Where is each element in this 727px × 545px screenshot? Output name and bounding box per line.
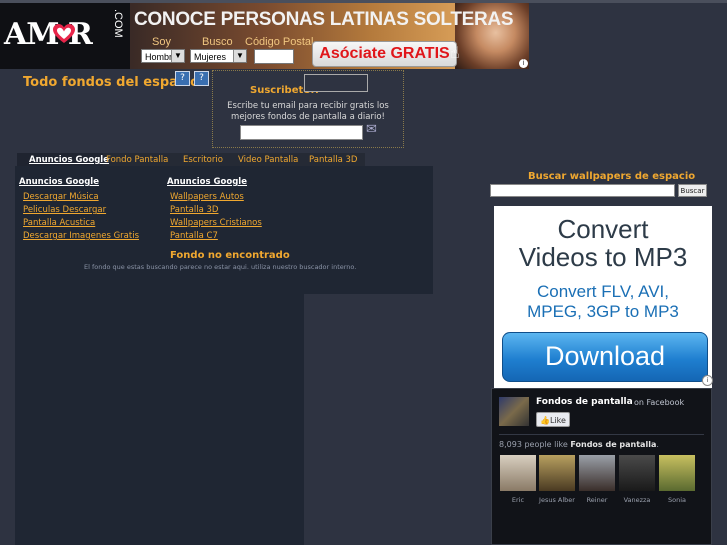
busco-select-value: Mujeres — [194, 52, 227, 62]
tab-escritorio[interactable]: Escritorio — [183, 155, 223, 165]
facebook-like-button[interactable]: 👍Like — [536, 412, 570, 427]
not-found-title: Fondo no encontrado — [170, 250, 290, 261]
ad-subline-2: MPEG, 3GP to MP3 — [527, 302, 679, 321]
ad-headline-1: Convert — [557, 214, 649, 244]
fan-avatar[interactable] — [539, 455, 575, 491]
ad-headline-2: Videos to MP3 — [518, 242, 688, 272]
tab-pantalla-3d[interactable]: Pantalla 3D — [309, 155, 357, 165]
ad-subline-1: Convert FLV, AVI, — [537, 282, 669, 301]
subscribe-description: Escribe tu email para recibir gratis los… — [227, 101, 389, 122]
facebook-like-count: 8,093 people like Fondos de pantalla. — [499, 440, 659, 449]
amor-logo: AM R — [4, 17, 93, 52]
fan-avatar[interactable] — [500, 455, 536, 491]
fan-avatar[interactable] — [579, 455, 615, 491]
thumbs-up-icon: 👍 — [540, 416, 550, 425]
join-free-button[interactable]: Asóciate GRATIS — [312, 41, 457, 67]
tab-anuncios-google[interactable]: Anuncios Google — [29, 155, 109, 165]
ad-link[interactable]: Peliculas Descargar — [23, 205, 106, 215]
ad-link[interactable]: Pantalla Acustica — [23, 218, 95, 228]
heart-icon — [53, 24, 75, 43]
facebook-page-thumbnail[interactable] — [499, 397, 529, 426]
like-label: Like — [550, 416, 566, 425]
fan-avatar[interactable] — [619, 455, 655, 491]
chevron-down-icon: ▼ — [233, 50, 246, 62]
facebook-on-label: on Facebook — [634, 398, 685, 407]
convert-ad[interactable]: Convert Videos to MP3 Convert FLV, AVI, … — [494, 206, 712, 388]
help-button-1[interactable]: ? — [175, 71, 190, 86]
content-panel-lower — [15, 294, 304, 545]
ad-link[interactable]: Pantalla 3D — [170, 205, 218, 215]
zip-input[interactable] — [254, 49, 294, 64]
amor-domain: .COM — [112, 9, 124, 38]
tab-video-pantalla[interactable]: Video Pantalla — [238, 155, 298, 165]
ad-info-icon[interactable]: i — [519, 59, 528, 68]
search-input[interactable] — [490, 184, 675, 197]
pointer-hand-icon: ☝ — [450, 43, 460, 62]
download-button[interactable]: Download — [502, 332, 708, 382]
ads-left-heading[interactable]: Anuncios Google — [19, 177, 99, 187]
tab-fondo-pantalla[interactable]: Fondo Pantalla — [106, 155, 168, 165]
busco-select[interactable]: Mujeres ▼ — [190, 49, 247, 63]
page-title: Todo fondos del espacio — [23, 75, 200, 90]
email-field[interactable] — [240, 125, 363, 140]
zip-label: Código Postal — [245, 36, 314, 48]
banner-headline: CONOCE PERSONAS LATINAS SOLTERAS — [134, 9, 514, 30]
soy-select[interactable]: Hombre ▼ — [141, 49, 185, 63]
mail-icon[interactable]: ✉ — [366, 122, 377, 137]
facebook-page-name[interactable]: Fondos de pantalla — [536, 397, 633, 407]
fan-name[interactable]: Sonia — [654, 496, 700, 504]
search-button[interactable]: Buscar — [678, 184, 707, 197]
not-found-description: El fondo que estas buscando parece no es… — [84, 263, 357, 271]
ad-link[interactable]: Descargar Música — [23, 192, 99, 202]
divider — [499, 434, 704, 435]
ad-link[interactable]: Pantalla C7 — [170, 231, 218, 241]
subscribe-top-field[interactable] — [304, 74, 368, 92]
busco-label: Busco — [202, 36, 233, 48]
fan-avatar[interactable] — [659, 455, 695, 491]
chevron-down-icon: ▼ — [171, 50, 184, 62]
ad-info-icon[interactable]: i — [702, 375, 713, 386]
soy-label: Soy — [152, 36, 171, 48]
ad-link[interactable]: Wallpapers Autos — [170, 192, 244, 202]
ad-link[interactable]: Descargar Imagenes Gratis — [23, 231, 139, 241]
ad-link[interactable]: Wallpapers Cristianos — [170, 218, 262, 228]
ads-right-heading[interactable]: Anuncios Google — [167, 177, 247, 187]
search-title: Buscar wallpapers de espacio — [528, 171, 696, 182]
top-banner-ad[interactable]: AM R .COM CONOCE PERSONAS LATINAS SOLTER… — [0, 3, 529, 69]
help-button-2[interactable]: ? — [194, 71, 209, 86]
